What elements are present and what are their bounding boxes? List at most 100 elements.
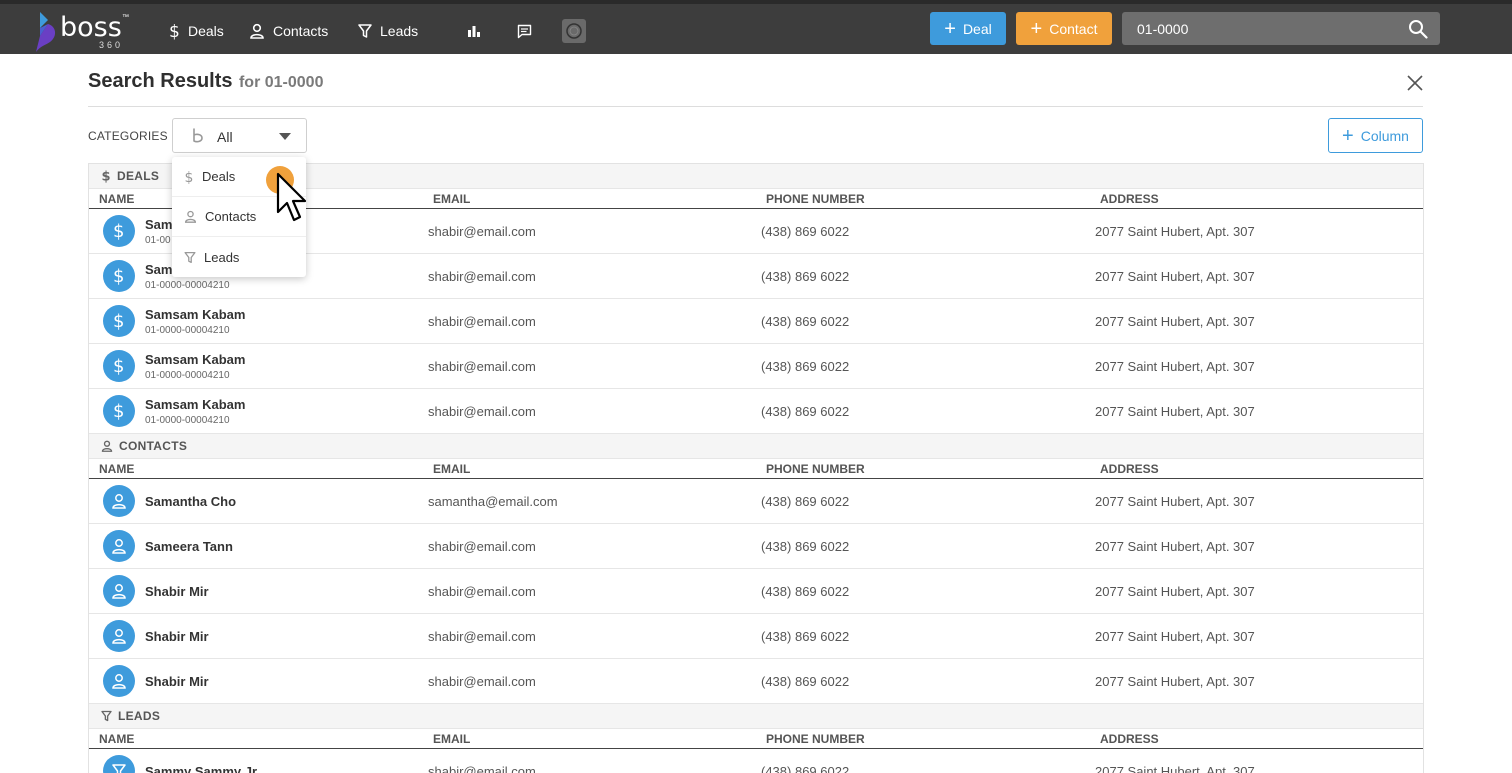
brand-trademark: ™ [122, 14, 129, 21]
column-header-name[interactable]: NAME [89, 732, 423, 746]
add-contact-label: Contact [1049, 20, 1098, 37]
lead-avatar [103, 755, 135, 773]
dollar-icon: $ [113, 311, 124, 331]
table-row[interactable]: Shabir Mir shabir@email.com (438) 869 60… [89, 569, 1423, 614]
contact-avatar [103, 665, 135, 697]
column-header-address[interactable]: ADDRESS [1090, 462, 1423, 476]
dropdown-option-label: Leads [204, 249, 240, 265]
deal-avatar: $ [103, 260, 135, 292]
row-email: shabir@email.com [428, 403, 536, 419]
boss-360-logo[interactable]: boss ™ 360 [34, 10, 134, 54]
deal-avatar: $ [103, 305, 135, 337]
row-email: shabir@email.com [428, 358, 536, 374]
svg-text:$: $ [102, 170, 111, 184]
row-phone: (438) 869 6022 [761, 628, 850, 644]
person-icon [250, 23, 264, 39]
plus-icon: + [1030, 17, 1043, 40]
row-address: 2077 Saint Hubert, Apt. 307 [1095, 583, 1255, 599]
row-email: shabir@email.com [428, 538, 536, 554]
dollar-icon: $ [102, 170, 111, 184]
user-profile-button[interactable] [562, 19, 586, 43]
add-deal-button[interactable]: + Deal [930, 12, 1006, 45]
nav-leads[interactable]: Leads [358, 20, 418, 42]
message-icon [517, 24, 531, 38]
row-name: Samsam Kabam [145, 351, 246, 367]
svg-text:$: $ [113, 356, 124, 376]
brand-sub: 360 [99, 40, 124, 50]
messages-button[interactable] [513, 20, 535, 42]
dropdown-option-leads[interactable]: Leads [172, 237, 306, 277]
svg-text:$: $ [113, 311, 124, 331]
reports-chart-button[interactable] [463, 20, 485, 42]
row-email: shabir@email.com [428, 673, 536, 689]
add-column-button[interactable]: + Column [1328, 118, 1423, 153]
row-email: shabir@email.com [428, 223, 536, 239]
mouse-cursor-icon [276, 172, 307, 222]
plus-icon: + [944, 17, 956, 40]
person-icon [112, 584, 126, 599]
row-phone: (438) 869 6022 [761, 583, 850, 599]
column-header-email[interactable]: EMAIL [423, 462, 756, 476]
row-name: Shabir Mir [145, 628, 209, 644]
contact-avatar [103, 530, 135, 562]
row-address: 2077 Saint Hubert, Apt. 307 [1095, 538, 1255, 554]
search-input[interactable] [1122, 12, 1402, 45]
table-row[interactable]: $ Samsam Kabam 01-0000-00004210 shabir@ema… [89, 344, 1423, 389]
column-header-phone[interactable]: PHONE NUMBER [756, 192, 1090, 206]
column-header-address[interactable]: ADDRESS [1090, 732, 1423, 746]
row-address: 2077 Saint Hubert, Apt. 307 [1095, 223, 1255, 239]
nav-contacts[interactable]: Contacts [249, 20, 328, 42]
nav-deals[interactable]: $ Deals [168, 20, 224, 42]
table-row[interactable]: Sammy Sammy Jr shabir@email.com (438) 86… [89, 749, 1423, 773]
add-column-label: Column [1360, 127, 1409, 144]
table-row[interactable]: Samantha Cho samantha@email.com (438) 86… [89, 479, 1423, 524]
categories-selected-value: All [217, 129, 233, 145]
row-deal-id: 01-0000-00004210 [145, 324, 230, 336]
categories-select[interactable]: All [172, 118, 307, 153]
boss-b-icon [193, 128, 203, 143]
brand-name: boss [60, 12, 122, 43]
person-icon [112, 629, 126, 644]
search-icon[interactable] [1408, 19, 1428, 39]
column-header-email[interactable]: EMAIL [423, 192, 756, 206]
dollar-icon: $ [113, 221, 124, 241]
column-header-address[interactable]: ADDRESS [1090, 192, 1423, 206]
column-header-phone[interactable]: PHONE NUMBER [756, 462, 1090, 476]
svg-text:$: $ [113, 266, 124, 286]
add-contact-button[interactable]: + Contact [1016, 12, 1112, 45]
dollar-icon: $ [169, 22, 180, 40]
nav-deals-label: Deals [188, 23, 224, 39]
funnel-icon [358, 24, 372, 38]
avatar-icon [566, 23, 582, 39]
search-bar [1122, 12, 1440, 45]
row-phone: (438) 869 6022 [761, 268, 850, 284]
person-icon [184, 210, 197, 223]
column-header-name[interactable]: NAME [89, 462, 423, 476]
table-row[interactable]: $ Samsam Kabam 01-0000-00004210 shabir@ema… [89, 299, 1423, 344]
row-address: 2077 Saint Hubert, Apt. 307 [1095, 268, 1255, 284]
table-row[interactable]: Sameera Tann shabir@email.com (438) 869 … [89, 524, 1423, 569]
row-name: Samantha Cho [145, 493, 237, 509]
dropdown-option-label: Contacts [205, 209, 257, 224]
row-phone: (438) 869 6022 [761, 673, 850, 689]
row-address: 2077 Saint Hubert, Apt. 307 [1095, 493, 1255, 509]
close-icon[interactable] [1405, 73, 1425, 93]
row-email: shabir@email.com [428, 763, 536, 773]
column-header-email[interactable]: EMAIL [423, 732, 756, 746]
deal-avatar: $ [103, 350, 135, 382]
row-phone: (438) 869 6022 [761, 313, 850, 329]
table-row[interactable]: Shabir Mir shabir@email.com (438) 869 60… [89, 659, 1423, 704]
funnel-icon [101, 710, 112, 722]
section-title: CONTACTS [119, 439, 188, 453]
section-title: DEALS [117, 169, 160, 183]
table-row[interactable]: $ Samsam Kabam 01-0000-00004210 shabir@ema… [89, 389, 1423, 434]
column-header-phone[interactable]: PHONE NUMBER [756, 732, 1090, 746]
table-row[interactable]: Shabir Mir shabir@email.com (438) 869 60… [89, 614, 1423, 659]
nav-contacts-label: Contacts [273, 23, 329, 39]
funnel-icon [184, 251, 196, 263]
column-headers: NAME EMAIL PHONE NUMBER ADDRESS [89, 729, 1423, 749]
search-query-label: for 01-0000 [238, 74, 324, 91]
row-phone: (438) 869 6022 [761, 538, 850, 554]
person-icon [101, 440, 113, 452]
contact-avatar [103, 575, 135, 607]
